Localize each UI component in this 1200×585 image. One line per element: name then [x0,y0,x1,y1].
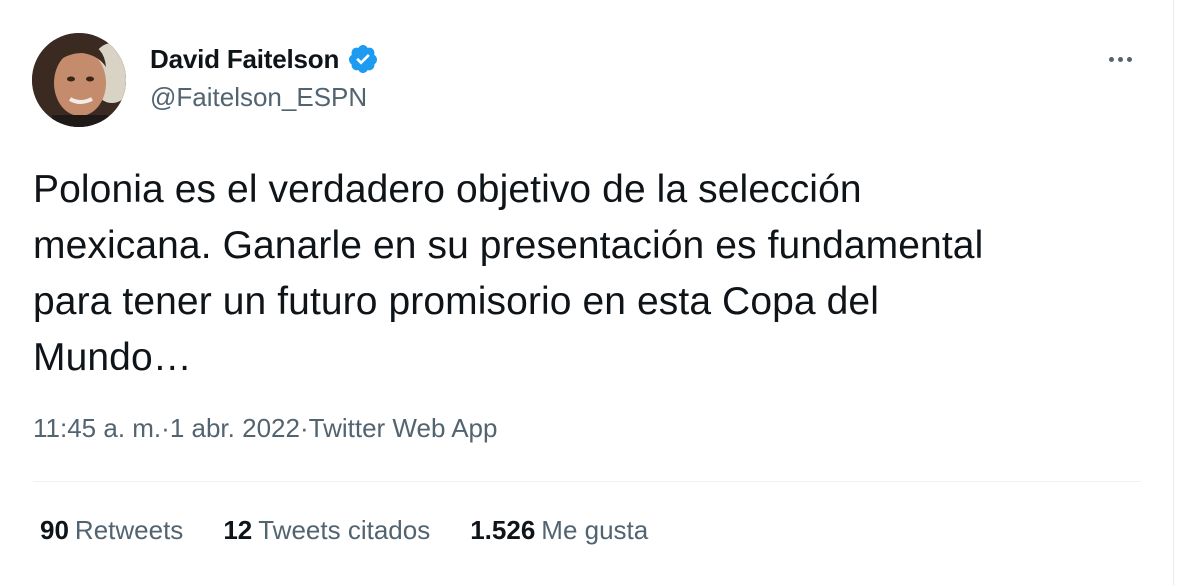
divider [33,481,1141,482]
tweet-card: David Faitelson @Faitelson_ESPN Polonia … [0,0,1174,585]
author-avatar[interactable] [32,33,126,127]
author-name[interactable]: David Faitelson [150,44,339,75]
avatar-photo [32,33,126,127]
tweet-date[interactable]: 1 abr. 2022 [170,413,300,444]
more-dot [1117,56,1123,62]
meta-separator: · [299,413,309,443]
quotes-stat[interactable]: 12 Tweets citados [223,515,430,546]
retweets-label: Retweets [74,515,184,545]
tweet-text: Polonia es el verdadero objetivo de la s… [33,168,984,379]
verified-badge-icon [347,43,379,75]
retweets-stat[interactable]: 90 Retweets [40,515,183,546]
quotes-label: Tweets citados [258,515,431,545]
author-name-row: David Faitelson [150,42,379,76]
tweet-time[interactable]: 11:45 a. m. [33,413,161,444]
meta-separator: · [161,413,170,443]
tweet-stats: 90 Retweets 12 Tweets citados 1.526 Me gust… [40,515,648,546]
retweets-count: 90 [40,515,69,545]
likes-count: 1.526 [470,515,536,545]
more-dot [1108,56,1114,62]
likes-label: Me gusta [541,515,649,545]
likes-stat[interactable]: 1.526 Me gusta [470,515,648,546]
tweet-source[interactable]: Twitter Web App [309,413,498,444]
more-options-icon[interactable] [1100,44,1140,74]
quotes-count: 12 [223,515,253,545]
tweet-meta: 11:45 a. m. · 1 abr. 2022 · Twitter Web … [33,413,497,444]
author-handle[interactable]: @Faitelson_ESPN [150,82,367,113]
more-dot [1126,56,1132,62]
